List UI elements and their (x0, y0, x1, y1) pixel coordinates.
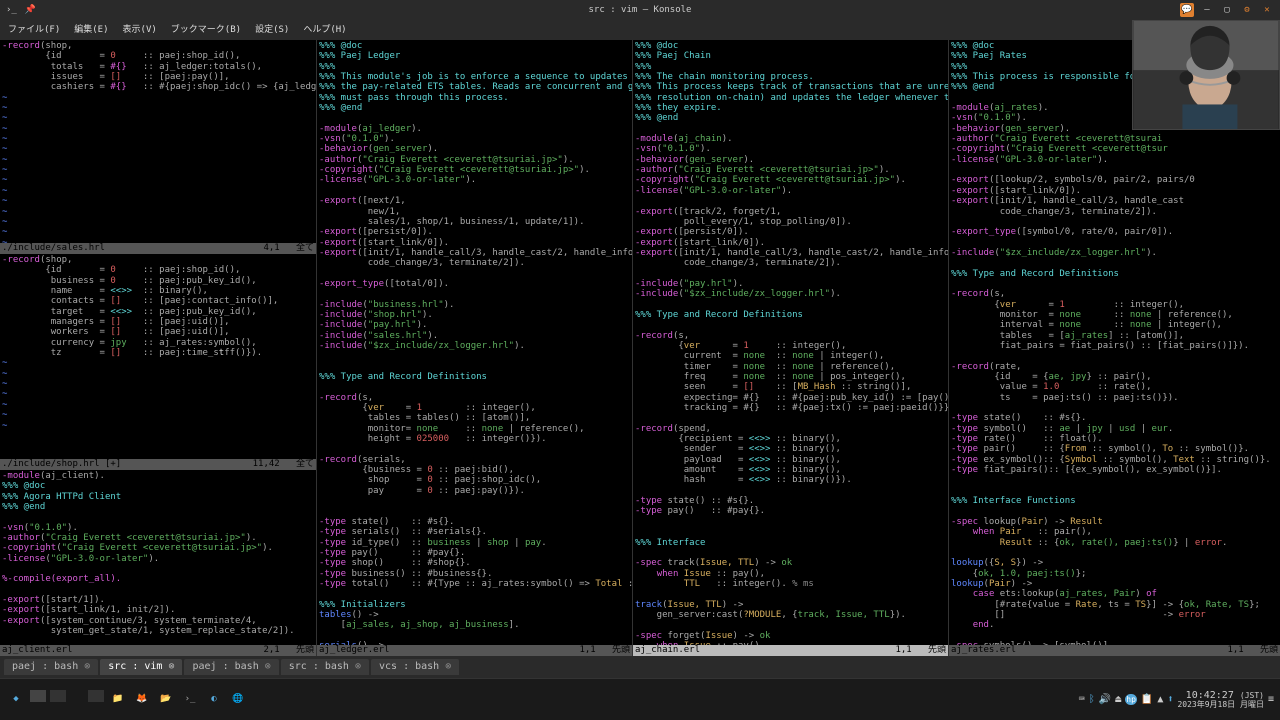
close-icon[interactable]: ⊗ (168, 661, 174, 673)
pane-chain-erl[interactable]: %%% @doc %%% Paej Chain %%% %%% The chai… (633, 40, 948, 645)
menu-settings[interactable]: 設定(S) (255, 25, 289, 35)
window-list-icon[interactable] (88, 690, 104, 702)
menu-edit[interactable]: 編集(E) (74, 25, 108, 35)
disconnect-icon[interactable]: ⏏ (1115, 694, 1121, 706)
statusline-p6: aj_rates.erl 1,1 先頭 (949, 645, 1280, 656)
alert-icon[interactable]: 💬 (1180, 3, 1194, 17)
pane-client-erl[interactable]: -module(aj_client). %%% @doc %%% Agora H… (0, 470, 316, 645)
terminal-icon: ›_ (6, 5, 17, 15)
network-icon[interactable]: ⬆ (1167, 694, 1173, 706)
virtual-desktop-2-icon[interactable] (50, 690, 66, 702)
pane-sales-hrl[interactable]: -record(shop, {id = 0 :: paej:shop_id(),… (0, 40, 316, 243)
tab-vcs-bash[interactable]: vcs : bash⊗ (371, 659, 459, 675)
tab-paej-bash-1[interactable]: paej : bash⊗ (4, 659, 98, 675)
clipboard-icon[interactable]: 📋 (1141, 694, 1153, 706)
menu-help[interactable]: ヘルプ(H) (303, 25, 346, 35)
window-title: src : vim — Konsole (589, 5, 692, 15)
close-icon[interactable]: ⊗ (84, 661, 90, 673)
webcam-overlay (1132, 20, 1280, 130)
vim-editor[interactable]: -record(shop, {id = 0 :: paej:shop_id(),… (0, 40, 1280, 656)
close-icon[interactable]: ⊗ (355, 661, 361, 673)
menu-bar: ファイル(F) 編集(E) 表示(V) ブックマーク(B) 設定(S) ヘルプ(… (0, 20, 1280, 40)
hp-icon[interactable]: hp (1125, 694, 1137, 705)
firefox-icon[interactable]: 🦊 (132, 690, 152, 710)
close-icon[interactable]: ⊗ (265, 661, 271, 673)
minimize-icon[interactable]: — (1200, 3, 1214, 17)
close-icon[interactable]: ✕ (1260, 3, 1274, 17)
taskbar: ◆ 📁 🦊 📂 ›_ ◐ 🌐 ⌨ ᛒ 🔊 ⏏ hp 📋 ▲ ⬆ 10:42:27… (0, 678, 1280, 720)
menu-icon[interactable]: ≡ (1268, 694, 1274, 706)
bluetooth-icon[interactable]: ᛒ (1089, 694, 1095, 706)
maximize-icon[interactable]: ▢ (1220, 3, 1234, 17)
start-menu-icon[interactable]: ◆ (6, 690, 26, 710)
loading-icon[interactable]: ◐ (204, 690, 224, 710)
pane-ledger-erl[interactable]: %%% @doc %%% Paej Ledger %%% %%% This mo… (317, 40, 632, 645)
menu-view[interactable]: 表示(V) (123, 25, 157, 35)
settings-icon[interactable]: ⚙ (1240, 3, 1254, 17)
window-titlebar: ›_ 📌 src : vim — Konsole 💬 — ▢ ⚙ ✕ (0, 0, 1280, 20)
file-manager-icon[interactable]: 📁 (108, 690, 128, 710)
browser-icon[interactable]: 🌐 (228, 690, 248, 710)
keyboard-icon[interactable]: ⌨ (1079, 694, 1085, 706)
pin-icon: 📌 (25, 5, 36, 15)
statusline-p3: aj_client.erl 2,1 先頭 (0, 645, 316, 656)
statusline-p2: ./include/shop.hrl [+] 11,42 全て (0, 459, 316, 470)
chevron-up-icon[interactable]: ▲ (1157, 694, 1163, 706)
statusline-p5: aj_chain.erl 1,1 先頭 (633, 645, 948, 656)
menu-file[interactable]: ファイル(F) (8, 25, 60, 35)
virtual-desktop-1-icon[interactable] (30, 690, 46, 702)
tab-src-vim[interactable]: src : vim⊗ (100, 659, 182, 675)
tab-paej-bash-2[interactable]: paej : bash⊗ (184, 659, 278, 675)
volume-icon[interactable]: 🔊 (1099, 694, 1111, 706)
pane-rates-erl[interactable]: %%% @doc %%% Paej Rates %%% %%% This pro… (949, 40, 1280, 645)
terminal-app-icon[interactable]: ›_ (180, 690, 200, 710)
statusline-p1: ./include/sales.hrl 4,1 全て (0, 243, 316, 254)
menu-bookmarks[interactable]: ブックマーク(B) (171, 25, 241, 35)
clock[interactable]: 10:42:27 (JST) 2023年9月18日 月曜日 (1177, 690, 1264, 710)
close-icon[interactable]: ⊗ (445, 661, 451, 673)
tab-src-bash[interactable]: src : bash⊗ (281, 659, 369, 675)
statusline-p4: aj_ledger.erl 1,1 先頭 (317, 645, 632, 656)
terminal-tabs: paej : bash⊗ src : vim⊗ paej : bash⊗ src… (0, 656, 1280, 678)
pane-shop-hrl[interactable]: -record(shop, {id = 0 :: paej:shop_id(),… (0, 254, 316, 459)
folder-icon[interactable]: 📂 (156, 690, 176, 710)
